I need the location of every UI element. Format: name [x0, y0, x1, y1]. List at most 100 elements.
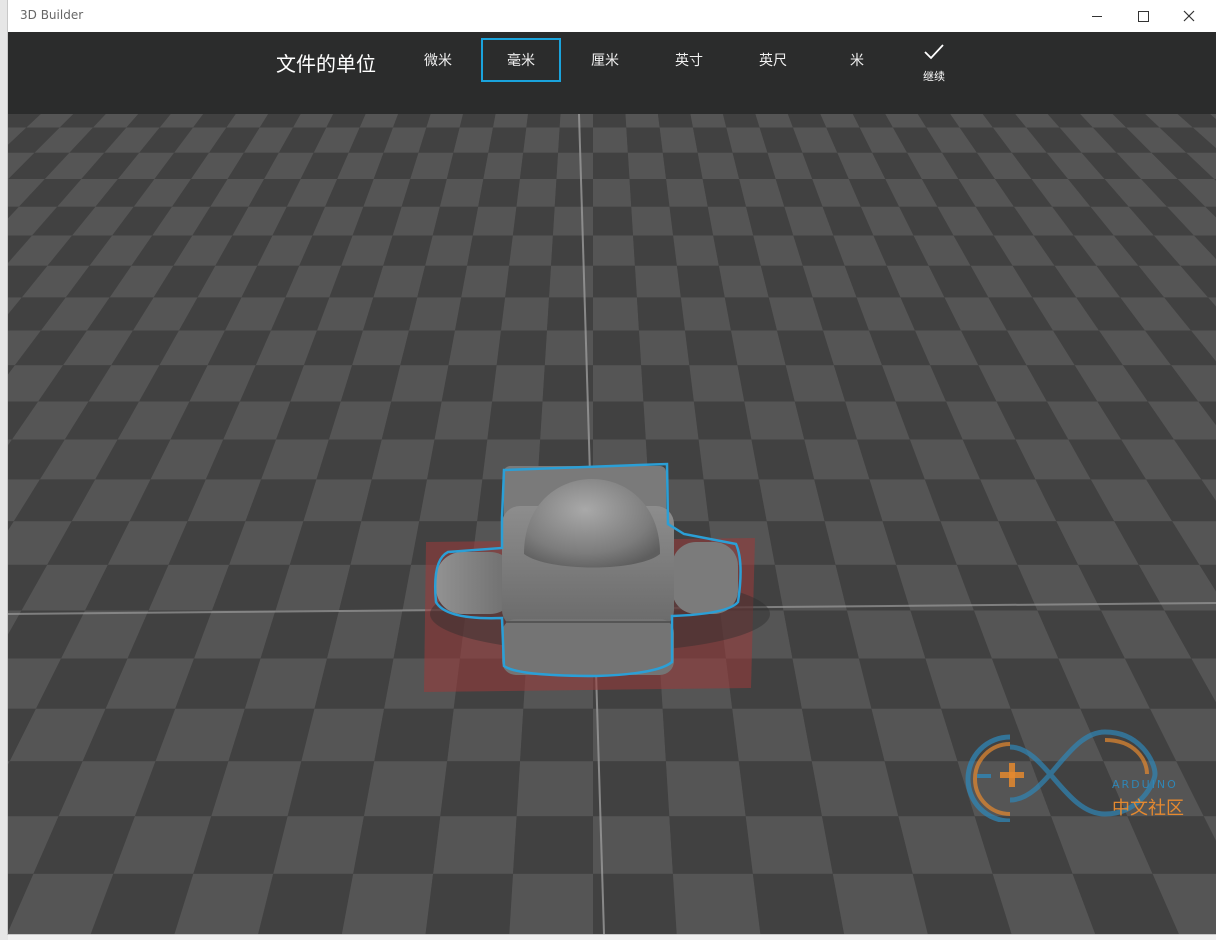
floor-tile	[593, 114, 627, 128]
floor-tile	[425, 873, 514, 934]
floor-tile	[593, 365, 644, 402]
floor-tile	[417, 265, 468, 298]
floor-tile	[519, 152, 559, 180]
floor-tile	[724, 297, 778, 331]
floor-tile	[513, 816, 593, 874]
floor-tile	[641, 365, 694, 402]
checkmark-icon	[924, 44, 944, 60]
floor-tile	[447, 708, 524, 762]
floor-tile	[556, 152, 593, 180]
floor-tile	[593, 401, 646, 440]
floor-tile	[732, 708, 812, 762]
floor-tile	[689, 365, 745, 402]
floor-tile	[832, 873, 928, 934]
floor-tile	[552, 206, 593, 236]
floor-tile	[593, 761, 670, 817]
floor-tile	[707, 206, 754, 236]
floor-tile	[629, 179, 670, 207]
unit-option-micrometer[interactable]: 微米	[398, 38, 478, 82]
floor-tile	[673, 235, 719, 266]
floor-tile	[446, 152, 489, 180]
floor-tile	[400, 330, 455, 366]
floor-tile	[703, 479, 767, 522]
floor-tile	[558, 127, 593, 153]
floor-tile	[662, 708, 739, 762]
floor-tile	[454, 297, 506, 331]
floor-tile	[680, 297, 732, 331]
floor-tile	[461, 265, 510, 298]
floor-tile	[516, 179, 557, 207]
floor-tile	[631, 206, 674, 236]
unit-option-label: 微米	[424, 53, 452, 69]
floor-tile	[697, 152, 740, 180]
floor-tile	[493, 114, 529, 128]
floor-tile	[341, 873, 434, 934]
floor-tile	[512, 206, 555, 236]
unit-option-label: 厘米	[591, 53, 619, 69]
unit-option-millimeter[interactable]: 毫米	[481, 38, 561, 82]
floor-tile	[672, 873, 761, 934]
floor-tile	[273, 816, 364, 874]
floor-tile	[692, 127, 733, 153]
floor-tile	[453, 127, 494, 153]
floor-tile	[559, 114, 593, 128]
unit-option-inch[interactable]: 英寸	[649, 38, 729, 82]
floor-tile	[766, 521, 836, 565]
floor-tile	[287, 761, 375, 817]
floor-tile	[713, 235, 761, 266]
floor-tile	[554, 179, 593, 207]
floor-tile	[738, 761, 823, 817]
floor-tile	[509, 873, 593, 934]
continue-button[interactable]: 继续	[914, 42, 954, 92]
floor-tile	[822, 816, 913, 874]
title-bar: 3D Builder	[8, 0, 1216, 32]
floor-tile	[500, 297, 550, 331]
floor-tile	[540, 401, 593, 440]
floor-tile	[626, 127, 663, 153]
floor-tile	[731, 330, 786, 366]
floor-tile	[425, 235, 473, 266]
minimize-button[interactable]	[1074, 0, 1120, 32]
floor-tile	[669, 816, 753, 874]
floor-tile	[752, 873, 845, 934]
unit-option-centimeter[interactable]: 厘米	[565, 38, 645, 82]
floor-tile	[448, 330, 501, 366]
floor-tile	[737, 365, 795, 402]
floor-tile	[627, 152, 667, 180]
floor-tile	[744, 401, 805, 440]
unit-option-foot[interactable]: 英尺	[733, 38, 813, 82]
floor-tile	[258, 873, 354, 934]
floor-tile	[478, 179, 520, 207]
floor-tile	[745, 816, 833, 874]
file-units-title: 文件的单位	[276, 52, 376, 76]
close-button[interactable]	[1166, 0, 1212, 32]
floor-tile	[526, 114, 561, 128]
file-units-toolbar: 文件的单位 微米 毫米 厘米 英寸 英尺 米 继续	[8, 32, 1216, 114]
floor-tile	[758, 479, 825, 522]
floor-tile	[659, 127, 698, 153]
close-icon	[1183, 10, 1195, 22]
floor-tile	[363, 761, 448, 817]
floor-tile	[811, 761, 899, 817]
floor-tile	[657, 114, 693, 128]
floor-tile	[509, 235, 553, 266]
maximize-button[interactable]	[1120, 0, 1166, 32]
background-window-edge	[0, 0, 8, 940]
floor-tile	[685, 330, 738, 366]
floor-tile	[549, 265, 593, 298]
floor-tile	[665, 761, 746, 817]
floor-tile	[314, 658, 394, 709]
floor-tile	[433, 816, 517, 874]
floor-tile	[662, 152, 703, 180]
floor-tile	[625, 114, 660, 128]
floor-tile	[783, 610, 859, 659]
floor-tile	[639, 330, 690, 366]
floor-tile	[426, 114, 464, 128]
floor-tile	[698, 439, 759, 480]
floor-tile	[643, 401, 699, 440]
minimize-icon	[1092, 15, 1102, 17]
floor-tile	[487, 401, 543, 440]
unit-option-meter[interactable]: 米	[817, 38, 897, 82]
floor-tile	[666, 179, 708, 207]
floor-tile	[676, 265, 725, 298]
